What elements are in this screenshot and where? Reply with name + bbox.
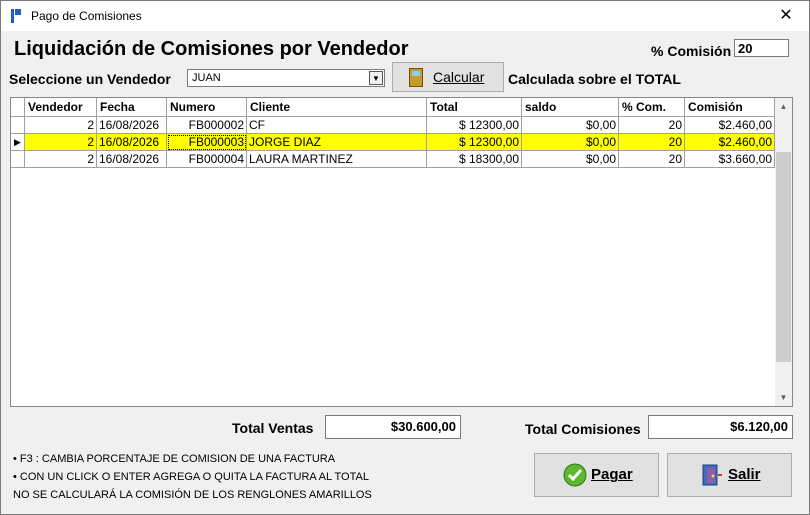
total-sales-value: $30.600,00 xyxy=(325,415,461,439)
title-bar: Pago de Comisiones ✕ xyxy=(1,1,809,31)
cell-total[interactable]: $ 18300,00 xyxy=(427,151,522,168)
grid-corner-header xyxy=(11,98,25,117)
calculation-note: Calculada sobre el TOTAL xyxy=(508,71,681,87)
scroll-up-icon[interactable]: ▲ xyxy=(775,98,792,115)
close-button[interactable]: ✕ xyxy=(763,1,809,31)
cell-cliente[interactable]: LAURA MARTINEZ xyxy=(247,151,427,168)
row-selector[interactable] xyxy=(11,117,25,134)
calculate-button[interactable]: Calcular xyxy=(392,62,504,92)
cell-pct[interactable]: 20 xyxy=(619,151,685,168)
calculator-icon xyxy=(409,68,423,87)
column-header[interactable]: Vendedor xyxy=(25,98,97,117)
cell-total[interactable]: $ 12300,00 xyxy=(427,117,522,134)
app-icon xyxy=(11,9,21,23)
note-f3: • F3 : CAMBIA PORCENTAJE DE COMISION DE … xyxy=(13,453,336,465)
chevron-down-icon[interactable]: ▼ xyxy=(369,71,383,85)
column-header[interactable]: Numero xyxy=(167,98,247,117)
cell-saldo[interactable]: $0,00 xyxy=(522,151,619,168)
total-commissions-label: Total Comisiones xyxy=(525,421,641,437)
invoice-grid[interactable]: Vendedor Fecha Numero Cliente Total saldo% Co… xyxy=(10,97,793,407)
cell-vendedor[interactable]: 2 xyxy=(25,151,97,168)
pay-button-label: Pagar xyxy=(591,466,633,483)
vendor-selected-value: JUAN xyxy=(192,72,221,84)
current-row-arrow-icon[interactable]: ▶ xyxy=(11,134,25,151)
total-sales-label: Total Ventas xyxy=(232,420,314,436)
exit-button[interactable]: Salir xyxy=(667,453,792,497)
cell-pct[interactable]: 20 xyxy=(619,134,685,151)
commission-pct-input[interactable]: 20 xyxy=(734,39,789,57)
note-yellow-rows: NO SE CALCULARÁ LA COMISIÓN DE LOS RENGL… xyxy=(13,489,372,501)
check-icon xyxy=(563,463,587,487)
calculate-button-label: Calcular xyxy=(433,69,485,85)
cell-comision[interactable]: $2.460,00 xyxy=(685,134,775,151)
column-header[interactable]: % Com. xyxy=(619,98,685,117)
cell-fecha[interactable]: 16/08/2026 xyxy=(97,151,167,168)
pay-button[interactable]: Pagar xyxy=(534,453,659,497)
window-title: Pago de Comisiones xyxy=(31,9,142,23)
vendor-select[interactable]: JUAN ▼ xyxy=(187,69,385,87)
grid-empty-area xyxy=(11,168,25,178)
cell-comision[interactable]: $2.460,00 xyxy=(685,117,775,134)
cell-comision[interactable]: $3.660,00 xyxy=(685,151,775,168)
vertical-scrollbar[interactable]: ▲ ▼ xyxy=(775,98,792,406)
cell-cliente[interactable]: CF xyxy=(247,117,427,134)
scroll-down-icon[interactable]: ▼ xyxy=(775,389,792,406)
cell-cliente[interactable]: JORGE DIAZ xyxy=(247,134,427,151)
page-title: Liquidación de Comisiones por Vendedor xyxy=(14,38,409,60)
scroll-thumb[interactable] xyxy=(776,152,791,362)
column-header[interactable]: Total xyxy=(427,98,522,117)
cell-fecha[interactable]: 16/08/2026 xyxy=(97,134,167,151)
commission-pct-label: % Comisión xyxy=(651,43,732,59)
cell-pct[interactable]: 20 xyxy=(619,117,685,134)
cell-saldo[interactable]: $0,00 xyxy=(522,134,619,151)
cell-vendedor[interactable]: 2 xyxy=(25,134,97,151)
column-header[interactable]: saldo xyxy=(522,98,619,117)
cell-vendedor[interactable]: 2 xyxy=(25,117,97,134)
total-commissions-value: $6.120,00 xyxy=(648,415,793,439)
cell-fecha[interactable]: 16/08/2026 xyxy=(97,117,167,134)
exit-door-icon xyxy=(702,464,722,486)
window: Pago de Comisiones ✕ Liquidación de Comi… xyxy=(0,0,810,515)
note-click: • CON UN CLICK O ENTER AGREGA O QUITA LA… xyxy=(13,471,369,483)
cell-numero[interactable]: FB000002 xyxy=(167,117,247,134)
cell-saldo[interactable]: $0,00 xyxy=(522,117,619,134)
column-header[interactable]: Cliente xyxy=(247,98,427,117)
cell-numero[interactable]: FB000004 xyxy=(167,151,247,168)
exit-button-label: Salir xyxy=(728,466,761,483)
column-header[interactable]: Comisión xyxy=(685,98,775,117)
cell-total[interactable]: $ 12300,00 xyxy=(427,134,522,151)
vendor-label: Seleccione un Vendedor xyxy=(9,71,171,87)
row-selector[interactable] xyxy=(11,151,25,168)
column-header[interactable]: Fecha xyxy=(97,98,167,117)
cell-numero[interactable]: FB000003 xyxy=(167,134,247,151)
